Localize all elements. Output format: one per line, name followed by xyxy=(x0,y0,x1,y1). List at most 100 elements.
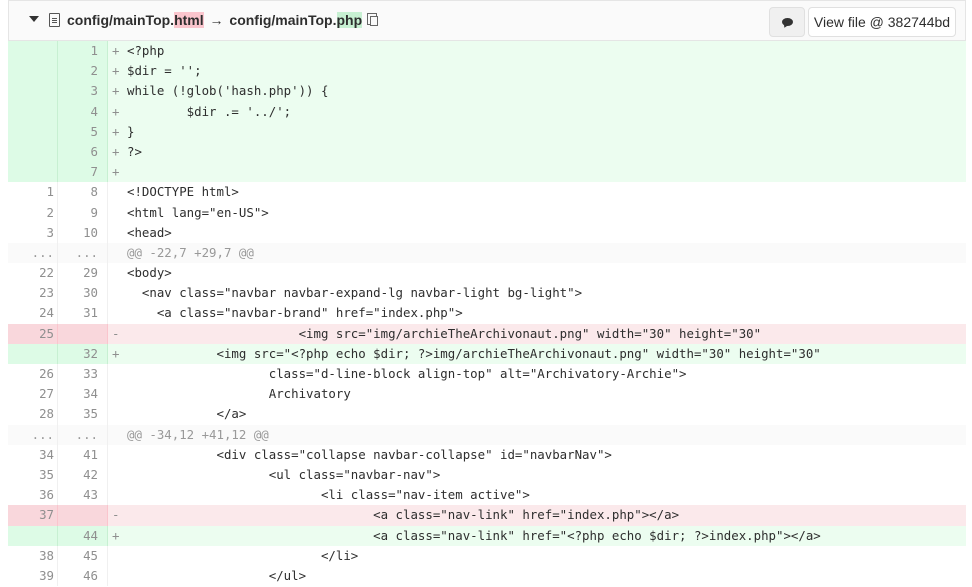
old-line-number[interactable] xyxy=(8,81,58,102)
old-line-number[interactable]: 27 xyxy=(8,384,58,405)
old-line-number[interactable]: 38 xyxy=(8,545,58,566)
context-line-row: 23 30 <nav class="navbar navbar-expand-lg… xyxy=(8,283,966,304)
file-icon xyxy=(49,13,60,27)
code-line: <div class="collapse navbar-collapse" id… xyxy=(127,446,612,462)
old-line-number[interactable]: 26 xyxy=(8,364,58,385)
new-line-number[interactable]: 4 xyxy=(58,101,108,122)
new-line-number[interactable]: 42 xyxy=(58,464,108,486)
old-line-number[interactable]: 35 xyxy=(8,464,58,486)
new-line-number[interactable]: 29 xyxy=(58,263,108,284)
old-line-number[interactable]: 3 xyxy=(8,222,58,243)
new-line-number[interactable]: 1 xyxy=(58,41,108,62)
old-line-number[interactable]: 28 xyxy=(8,404,58,425)
old-line-number[interactable]: 37 xyxy=(8,505,58,526)
code-line: <li class="nav-item active"> xyxy=(127,487,530,503)
old-line-number[interactable]: 24 xyxy=(8,303,58,324)
old-line-number[interactable] xyxy=(8,101,58,122)
context-line-row: 24 31 <a class="navbar-brand" href="index… xyxy=(8,303,966,324)
code-line: <a class="nav-link" href="<?php echo $di… xyxy=(127,527,821,543)
code-line: @@ -34,12 +41,12 @@ xyxy=(127,426,269,442)
code-line: class="d-line-block align-top" alt="Arch… xyxy=(127,366,687,381)
diff-sign: + xyxy=(112,63,120,79)
code-line: <nav class="navbar navbar-expand-lg navb… xyxy=(127,285,583,301)
hunk-header-row: ...... @@ -22,7 +29,7 @@ xyxy=(8,242,966,264)
new-line-number[interactable]: 31 xyxy=(58,303,108,324)
old-line-number[interactable]: 25 xyxy=(8,323,58,344)
diff-sign: - xyxy=(112,507,120,523)
old-line-number[interactable]: 2 xyxy=(8,202,58,223)
context-line-row: 26 33 class="d-line-block align-top" alt=… xyxy=(8,364,966,385)
old-line-number[interactable]: 1 xyxy=(8,182,58,203)
old-line-number[interactable]: 23 xyxy=(8,283,58,304)
new-line-number[interactable]: 45 xyxy=(58,545,108,566)
comment-button[interactable] xyxy=(769,7,805,37)
old-line-number[interactable] xyxy=(8,162,58,183)
diff-sign: + xyxy=(112,103,120,119)
code-line: <a class="nav-link" href="index.php"></a… xyxy=(127,507,680,523)
new-line-number[interactable]: 3 xyxy=(58,81,108,102)
new-line-number[interactable]: 32 xyxy=(58,343,108,364)
old-path-ext: html xyxy=(174,12,204,28)
added-line-row: 1 + <?php xyxy=(8,41,966,62)
new-line-number[interactable]: 7 xyxy=(58,162,108,183)
code-line: <html lang="en-US"> xyxy=(127,204,269,220)
code-line: ?> xyxy=(127,143,142,159)
rename-arrow: → xyxy=(209,12,224,28)
added-line-row: 4 + $dir .= '../'; xyxy=(8,101,966,122)
old-line-number[interactable] xyxy=(8,121,58,142)
chevron-down-icon[interactable] xyxy=(29,16,39,22)
copy-path-icon[interactable] xyxy=(367,13,378,26)
old-line-number[interactable]: ... xyxy=(8,424,58,445)
code-line: $dir = ''; xyxy=(127,63,202,79)
old-path-prefix: config/mainTop. xyxy=(67,12,175,28)
old-line-number[interactable] xyxy=(8,61,58,82)
old-line-number[interactable]: 36 xyxy=(8,485,58,506)
new-line-number[interactable]: ... xyxy=(58,424,108,445)
code-line: <head> xyxy=(127,224,172,240)
diff-sign: + xyxy=(112,43,120,58)
new-line-number[interactable]: ... xyxy=(58,242,108,264)
new-path-prefix: config/mainTop. xyxy=(229,12,337,28)
context-line-row: 36 43 <li class="nav-item active"> xyxy=(8,485,966,506)
diff-sign: - xyxy=(112,325,120,341)
new-line-number[interactable]: 6 xyxy=(58,141,108,163)
added-line-row: 6 + ?> xyxy=(8,141,966,163)
context-line-row: 2 9 <html lang="en-US"> xyxy=(8,202,966,223)
new-line-number[interactable]: 10 xyxy=(58,222,108,243)
old-line-number[interactable]: ... xyxy=(8,242,58,264)
old-line-number[interactable]: 34 xyxy=(8,444,58,465)
old-line-number[interactable] xyxy=(8,141,58,163)
code-line: @@ -22,7 +29,7 @@ xyxy=(127,244,254,260)
new-line-number[interactable]: 8 xyxy=(58,182,108,203)
old-line-number[interactable] xyxy=(8,525,58,546)
view-file-button[interactable]: View file @ 382744bd xyxy=(808,7,956,37)
old-line-number[interactable] xyxy=(8,41,58,62)
code-line: <!DOCTYPE html> xyxy=(127,184,239,200)
old-line-number[interactable]: 39 xyxy=(8,565,58,587)
new-line-number[interactable]: 30 xyxy=(58,283,108,304)
old-line-number[interactable]: 22 xyxy=(8,263,58,284)
context-line-row: 1 8 <!DOCTYPE html> xyxy=(8,182,966,203)
new-line-number[interactable]: 35 xyxy=(58,404,108,425)
new-line-number[interactable]: 2 xyxy=(58,61,108,82)
added-line-row: 7 + xyxy=(8,162,966,183)
new-line-number[interactable] xyxy=(58,505,108,526)
code-line: <ul class="navbar-nav"> xyxy=(127,466,441,482)
new-line-number[interactable]: 43 xyxy=(58,485,108,506)
code-line: <img src="<?php echo $dir; ?>img/archieT… xyxy=(127,345,821,361)
new-line-number[interactable]: 46 xyxy=(58,565,108,587)
diff-sign: + xyxy=(112,123,120,139)
new-line-number[interactable]: 5 xyxy=(58,121,108,142)
new-line-number[interactable]: 34 xyxy=(58,384,108,405)
diff-table: 1 + <?php 2 + $dir = ''; 3 + while (!glob('hash.… xyxy=(8,41,966,587)
new-line-number[interactable]: 41 xyxy=(58,444,108,465)
code-line: } xyxy=(127,123,135,139)
code-line: <?php xyxy=(127,43,165,58)
new-line-number[interactable]: 44 xyxy=(58,525,108,546)
new-line-number[interactable] xyxy=(58,323,108,344)
old-line-number[interactable] xyxy=(8,343,58,364)
new-line-number[interactable]: 9 xyxy=(58,202,108,223)
diff-sign: + xyxy=(112,164,120,180)
comment-icon xyxy=(782,18,793,26)
new-line-number[interactable]: 33 xyxy=(58,364,108,385)
